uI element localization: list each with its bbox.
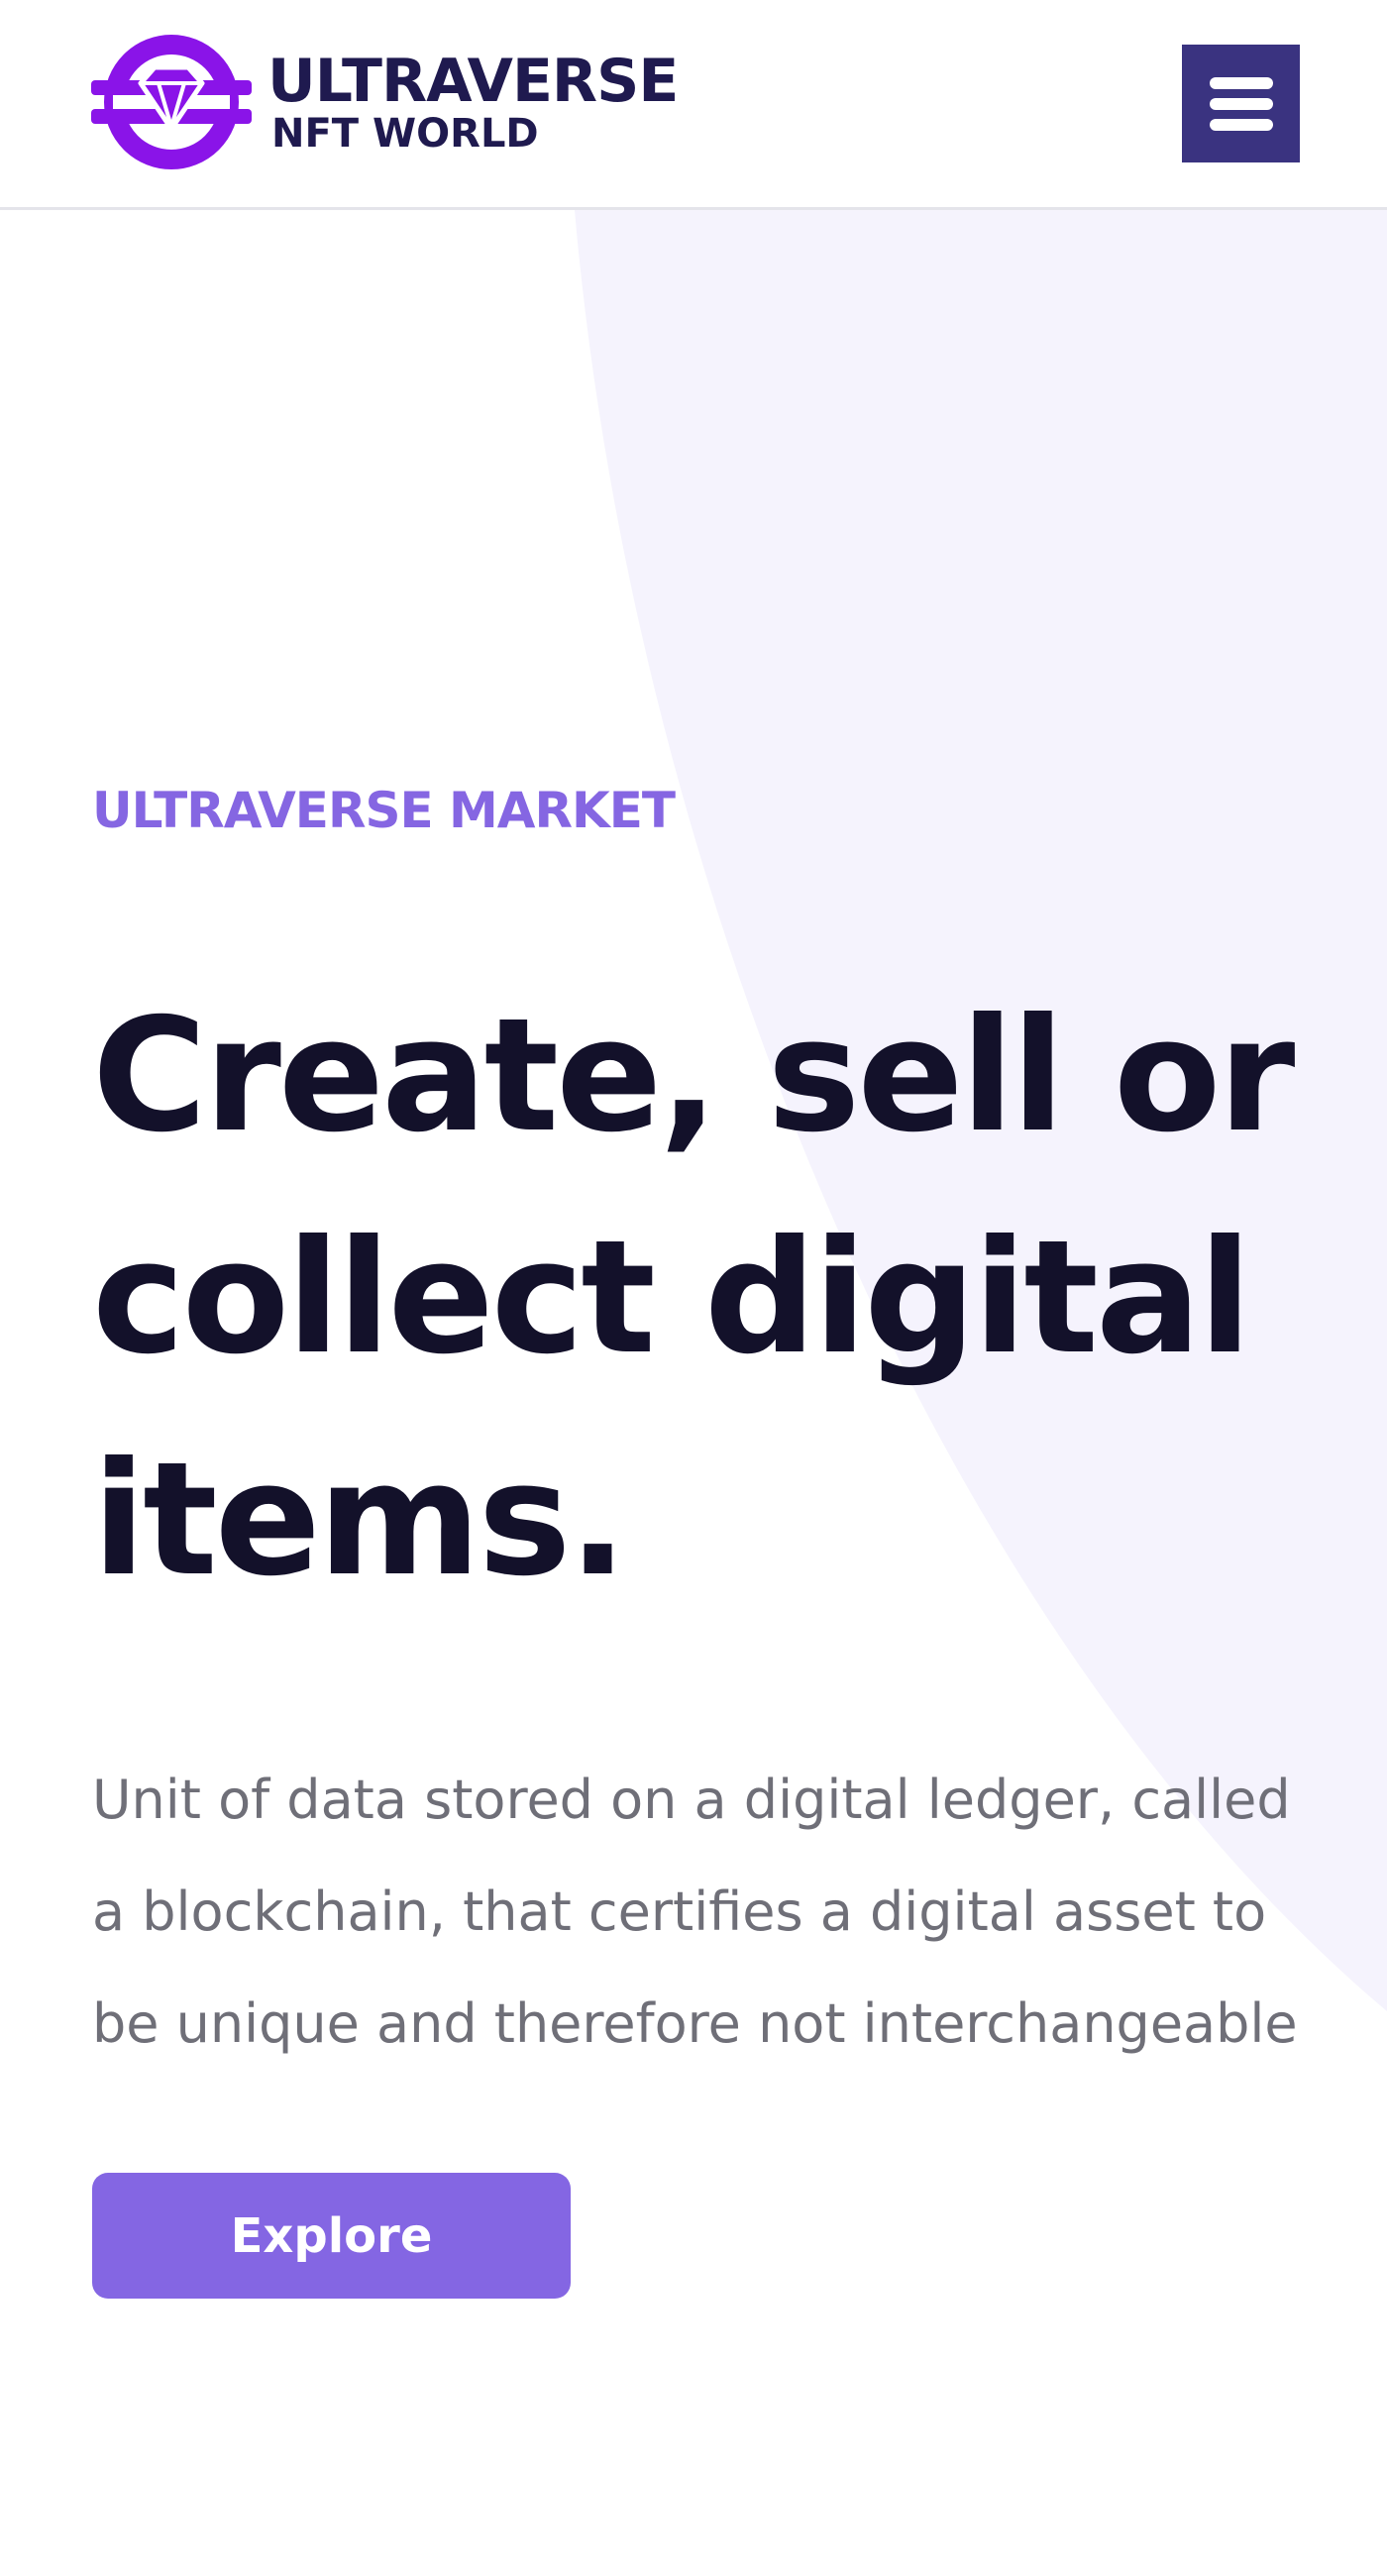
hero-eyebrow: ULTRAVERSE MARKET — [92, 782, 676, 839]
hero-section: ULTRAVERSE MARKET Create, sell or collec… — [92, 771, 1331, 2299]
site-header: ULTRAVERSE NFT WORLD — [0, 0, 1387, 210]
hero-description: Unit of data stored on a digital ledger,… — [92, 1769, 1298, 2055]
hero-headline-line: items. — [92, 1429, 628, 1611]
logo-link[interactable]: ULTRAVERSE NFT WORLD — [89, 30, 679, 174]
hamburger-menu-icon — [1209, 76, 1273, 131]
logo-subtitle: NFT WORLD — [271, 111, 539, 157]
logo-wordmark: ULTRAVERSE NFT WORLD — [267, 47, 679, 157]
hero-headline-line: collect digital — [92, 1207, 1252, 1389]
diamond-ring-icon — [91, 35, 252, 169]
explore-button[interactable]: Explore — [92, 2173, 571, 2299]
logo-title: ULTRAVERSE — [267, 47, 679, 116]
hero-headline-line: Create, sell or — [92, 985, 1295, 1167]
menu-toggle-button[interactable] — [1182, 45, 1300, 162]
hero-headline: Create, sell or collect digital items. — [92, 997, 1340, 1663]
